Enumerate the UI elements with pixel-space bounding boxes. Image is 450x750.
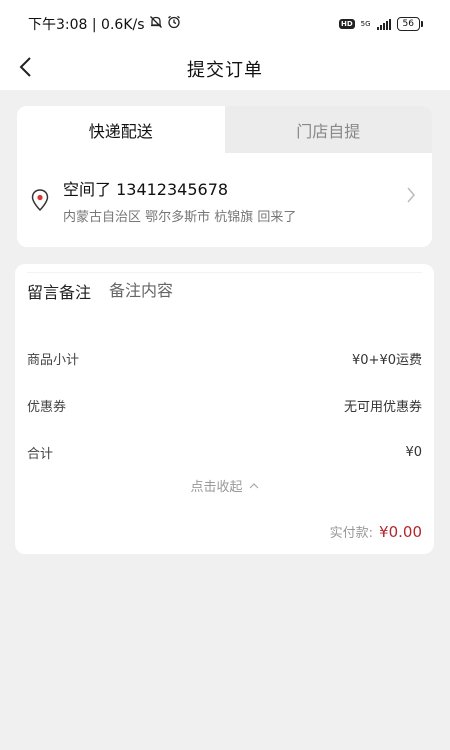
status-right: HD 5G 56	[338, 17, 424, 31]
note-row: 留言备注	[27, 272, 422, 308]
address-selector[interactable]: 空间了 13412345678 内蒙古自治区 鄂尔多斯市 杭锦旗 回来了	[17, 153, 432, 247]
chevron-up-icon	[249, 483, 258, 489]
battery-indicator: 56	[396, 17, 424, 31]
collapse-label: 点击收起	[190, 480, 243, 495]
paid-amount-row: 实付款: ¥0.00	[330, 522, 422, 541]
signal-icon	[376, 18, 391, 30]
status-time-speed: 下午3:08 | 0.6K/s	[28, 17, 145, 33]
order-summary-card: 留言备注 商品小计 ¥0+¥0运费 优惠券 无可用优惠券 合计 ¥0 点击收起 …	[15, 264, 434, 554]
total-value: ¥0	[405, 444, 422, 460]
subtotal-label: 商品小计	[27, 352, 80, 368]
note-input[interactable]	[109, 281, 360, 300]
note-label: 留言备注	[27, 282, 92, 302]
tab-store-pickup[interactable]: 门店自提	[224, 106, 432, 153]
coupon-label: 优惠券	[27, 399, 67, 415]
alarm-clock-icon	[167, 15, 181, 33]
collapse-button[interactable]: 点击收起	[15, 476, 434, 495]
back-button[interactable]	[10, 52, 40, 82]
status-bar: 下午3:08 | 0.6K/s HD 5G 56	[0, 0, 450, 48]
total-label: 合计	[27, 446, 54, 462]
paid-amount: ¥0.00	[379, 523, 422, 541]
tab-express-delivery[interactable]: 快递配送	[17, 106, 225, 153]
mute-bell-icon	[149, 15, 163, 33]
page-title: 提交订单	[187, 60, 263, 81]
chevron-right-icon	[407, 187, 415, 203]
nav-bar: 提交订单	[0, 48, 450, 90]
address-detail: 内蒙古自治区 鄂尔多斯市 杭锦旗 回来了	[63, 209, 297, 225]
subtotal-row: 商品小计 ¥0+¥0运费	[27, 347, 422, 369]
address-name-phone: 空间了 13412345678	[63, 179, 229, 199]
coupon-row[interactable]: 优惠券 无可用优惠券	[27, 394, 422, 416]
delivery-tabs: 快递配送 门店自提	[17, 106, 432, 153]
subtotal-value: ¥0+¥0运费	[352, 352, 422, 368]
location-pin-icon	[31, 189, 49, 212]
hd-badge: HD	[338, 19, 355, 29]
network-type: 5G	[360, 20, 371, 28]
status-left: 下午3:08 | 0.6K/s	[28, 14, 181, 34]
address-text: 空间了 13412345678 内蒙古自治区 鄂尔多斯市 杭锦旗 回来了	[63, 176, 296, 225]
total-row: 合计 ¥0	[27, 441, 422, 463]
chevron-left-icon	[19, 57, 31, 77]
delivery-card: 快递配送 门店自提 空间了 13412345678 内蒙古自治区 鄂尔多斯市 杭…	[17, 106, 432, 247]
paid-label: 实付款:	[329, 526, 374, 541]
coupon-value: 无可用优惠券	[343, 399, 422, 415]
